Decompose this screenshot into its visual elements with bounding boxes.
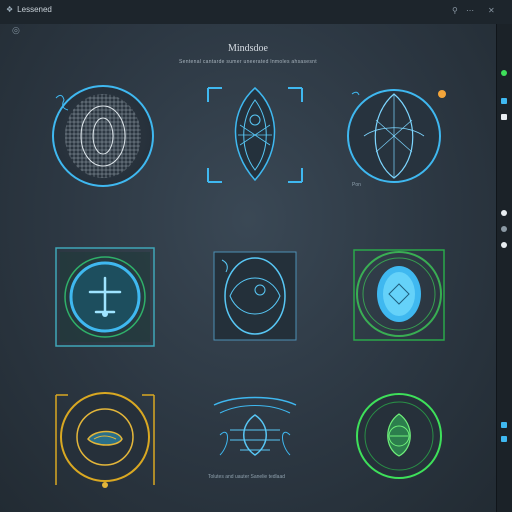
tile-caption-pon: Pon [352,182,361,188]
board-subtitle: Sentenal cantarde sumer uneerated lnmole… [179,59,317,65]
app-logo-icon: ❖ [6,5,14,14]
swatch-blue-2[interactable] [501,436,507,442]
radio-option-1[interactable] [501,210,507,216]
title-bar: ❖ Lessened ⚲ ⋯ ✕ [0,0,512,25]
tile-shell-circle[interactable] [344,80,454,190]
app-title: ❖ Lessened [6,5,52,14]
app-title-label: Lessened [17,5,52,14]
tile-woven-circle[interactable] [48,80,158,190]
tile-green-ring[interactable] [344,390,454,500]
tile-green-gem[interactable] [344,238,454,348]
color-swatch-green[interactable] [501,70,507,76]
tile-gold-scroll[interactable] [50,385,160,495]
board-title: Mindsdoe [228,43,268,54]
color-swatch-white[interactable] [501,114,507,120]
layers-icon[interactable]: ◎ [12,26,20,36]
color-swatch-cyan[interactable] [501,98,507,104]
tile-caption-fan: Tolutes and uauter Sanelie tedlaad [208,474,286,480]
tile-leaf-frame[interactable] [200,80,310,190]
radio-option-2[interactable] [501,226,507,232]
tile-eye-frame[interactable] [200,242,310,352]
close-icon[interactable]: ✕ [488,6,495,15]
tile-arrow-badge[interactable] [50,242,160,352]
swatch-blue-1[interactable] [501,422,507,428]
radio-option-3[interactable] [501,242,507,248]
more-icon[interactable]: ⋯ [466,6,474,15]
link-icon[interactable]: ⚲ [452,6,458,15]
right-sidebar [496,24,512,512]
